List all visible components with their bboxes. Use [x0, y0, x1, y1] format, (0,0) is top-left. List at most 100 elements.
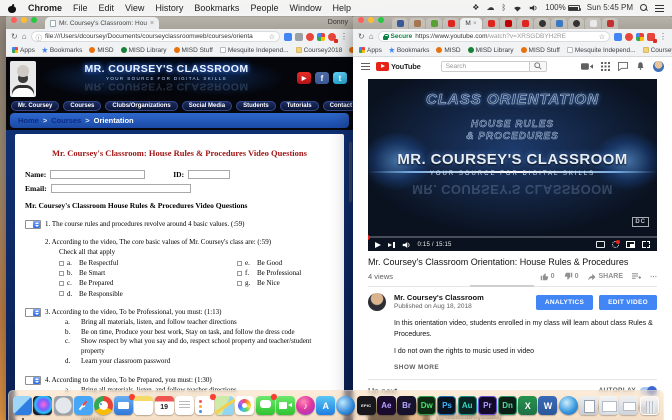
- dock-premiere-icon[interactable]: Pr: [478, 396, 497, 415]
- nav-students[interactable]: Students: [236, 101, 276, 111]
- extension-icon[interactable]: [317, 33, 325, 41]
- home-icon[interactable]: ⌂: [22, 33, 27, 41]
- zoom-window-button[interactable]: [31, 17, 37, 23]
- dock-reminders-icon[interactable]: [195, 396, 214, 415]
- dock-bridge-icon[interactable]: Br: [397, 396, 416, 415]
- volume-icon[interactable]: [529, 4, 538, 12]
- answer-select[interactable]: [25, 376, 41, 385]
- nav-mr-coursey[interactable]: Mr. Coursey: [11, 101, 59, 111]
- sync-status-icon[interactable]: ❖: [472, 4, 479, 12]
- browser-tab[interactable]: [392, 18, 408, 29]
- close-window-button[interactable]: [358, 17, 364, 23]
- fullscreen-icon[interactable]: [642, 241, 650, 248]
- notifications-bell-icon[interactable]: [636, 61, 645, 71]
- menu-edit[interactable]: Edit: [99, 3, 115, 13]
- dock-launchpad-icon[interactable]: [54, 396, 73, 415]
- dock-mail-icon[interactable]: [114, 396, 133, 415]
- chrome-menu-icon[interactable]: ⋮: [340, 33, 348, 41]
- spotlight-search-icon[interactable]: [640, 4, 648, 12]
- browser-tab[interactable]: [426, 18, 442, 29]
- dock-facetime-icon[interactable]: [276, 396, 295, 415]
- tab-close-icon[interactable]: ×: [150, 20, 154, 27]
- dock-itunes-icon[interactable]: ♪: [296, 396, 315, 415]
- reload-icon[interactable]: ↻: [358, 33, 365, 41]
- messages-icon[interactable]: [618, 62, 628, 71]
- bluetooth-icon[interactable]: ᛒ: [501, 4, 506, 12]
- like-button[interactable]: 0: [540, 272, 555, 281]
- name-field[interactable]: [50, 170, 145, 179]
- dock-excel-icon[interactable]: X: [518, 396, 537, 415]
- dock-calendar-icon[interactable]: 19: [155, 396, 174, 415]
- wifi-icon[interactable]: [513, 5, 522, 12]
- extension-icon[interactable]: [625, 33, 633, 41]
- dock-siri-icon[interactable]: [33, 396, 52, 415]
- nav-courses[interactable]: Courses: [63, 101, 101, 111]
- email-field[interactable]: [51, 184, 191, 193]
- browser-tab[interactable]: [517, 18, 533, 29]
- bookmark-star-icon[interactable]: ☆: [269, 33, 275, 41]
- upload-video-icon[interactable]: [581, 62, 593, 71]
- nav-tutorials[interactable]: Tutorials: [280, 101, 319, 111]
- id-field[interactable]: [188, 170, 230, 179]
- cloud-status-icon[interactable]: ☁: [486, 4, 494, 12]
- bookmark-item[interactable]: MISD Stuff: [521, 47, 560, 54]
- browser-tab[interactable]: [551, 18, 567, 29]
- dock-photoshop-icon[interactable]: Ps: [437, 396, 456, 415]
- edit-video-button[interactable]: EDIT VIDEO: [599, 295, 657, 310]
- dock-safari-icon[interactable]: [74, 396, 93, 415]
- dock-finder-icon[interactable]: [13, 396, 32, 415]
- dock-audition-icon[interactable]: Au: [458, 396, 477, 415]
- youtube-search-input[interactable]: [441, 61, 529, 72]
- address-bar[interactable]: Secure https://www.youtube.com/watch?v=X…: [378, 31, 610, 42]
- answer-select[interactable]: [25, 220, 41, 229]
- dock-photos-icon[interactable]: [235, 396, 254, 415]
- close-window-button[interactable]: [11, 17, 17, 23]
- youtube-logo[interactable]: YouTube: [376, 62, 421, 71]
- menubar-clock[interactable]: Sun 5:45 PM: [587, 4, 633, 12]
- bookmark-item[interactable]: Mesquite Independ...: [220, 47, 289, 54]
- youtube-search-button[interactable]: [529, 61, 547, 72]
- video-player[interactable]: CLASS ORIENTATION HOUSE RULES & PROCEDUR…: [368, 79, 657, 251]
- breadcrumb-courses[interactable]: Courses: [51, 116, 81, 125]
- dock-textedit-icon[interactable]: [175, 396, 194, 415]
- dock-downloads-icon[interactable]: [599, 396, 618, 415]
- bookmark-item[interactable]: MISD Library: [121, 47, 167, 54]
- bookmark-item[interactable]: Bookmarks: [42, 47, 83, 54]
- apple-menu-icon[interactable]: [8, 4, 16, 13]
- extension-icon[interactable]: [284, 33, 292, 41]
- extension-icon[interactable]: [614, 33, 622, 41]
- checkbox[interactable]: [59, 261, 64, 266]
- home-icon[interactable]: ⌂: [369, 33, 374, 41]
- dock-dreamweaver-icon[interactable]: Dw: [417, 396, 436, 415]
- bookmark-item[interactable]: Mesquite Independ...: [567, 47, 636, 54]
- minimize-window-button[interactable]: [368, 17, 374, 23]
- breadcrumb-home[interactable]: Home: [18, 116, 39, 125]
- show-more-button[interactable]: SHOW MORE: [394, 364, 657, 371]
- bookmark-star-icon[interactable]: ☆: [599, 33, 605, 41]
- youtube-menu-icon[interactable]: [361, 63, 370, 70]
- browser-tab[interactable]: [443, 18, 459, 29]
- play-button[interactable]: [375, 242, 381, 248]
- account-avatar[interactable]: [653, 61, 664, 72]
- menu-history[interactable]: History: [155, 3, 183, 13]
- page-info-icon[interactable]: ⓘ: [36, 32, 43, 42]
- channel-avatar[interactable]: [368, 293, 386, 311]
- next-button[interactable]: [388, 242, 395, 248]
- scrollbar[interactable]: [349, 142, 352, 202]
- bookmark-folder[interactable]: Coursey2018: [643, 47, 672, 54]
- dock-maps-icon[interactable]: [215, 396, 234, 415]
- bookmark-item[interactable]: MISD Stuff: [174, 47, 213, 54]
- bookmark-item[interactable]: MISD: [89, 47, 113, 54]
- answer-select[interactable]: [25, 308, 41, 317]
- secure-lock-icon[interactable]: [383, 34, 388, 40]
- active-browser-tab[interactable]: M×: [460, 18, 482, 29]
- subtitles-icon[interactable]: [596, 241, 605, 248]
- dock-appstore-icon[interactable]: A: [316, 396, 335, 415]
- facebook-icon[interactable]: f: [315, 72, 329, 84]
- checkbox[interactable]: [59, 271, 64, 276]
- dislike-button[interactable]: 0: [564, 272, 579, 281]
- browser-tab[interactable]: [500, 18, 516, 29]
- more-actions-icon[interactable]: ⋯: [650, 273, 657, 281]
- dock-documents-icon[interactable]: [579, 396, 598, 415]
- dock-dimension-icon[interactable]: Dn: [498, 396, 517, 415]
